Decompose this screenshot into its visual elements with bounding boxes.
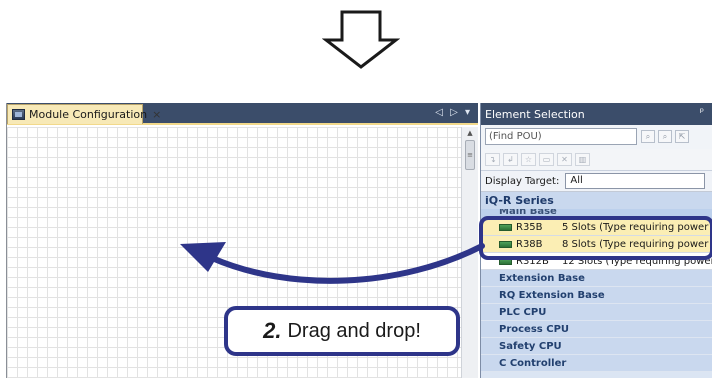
module-name: R35B [516,221,543,233]
module-row-r312b[interactable]: R312B 12 Slots (Type requiring power [481,253,712,270]
category-process-cpu[interactable]: Process CPU [481,321,712,338]
pin-icon[interactable]: ᵖ [700,107,704,118]
module-description: 12 Slots (Type requiring power [562,255,712,267]
module-row-r35b[interactable]: R35B 5 Slots (Type requiring power s [481,219,712,236]
tab-module-configuration[interactable]: Module Configuration × [7,104,161,124]
base-module-icon [499,223,512,231]
close-icon[interactable]: × [152,108,161,121]
export-icon[interactable]: ⇱ [675,130,689,143]
module-row-r38b[interactable]: R38B 8 Slots (Type requiring power s [481,236,712,253]
category-main-base[interactable]: Main Base [481,209,712,219]
scrollbar-thumb[interactable]: ≡ [465,140,475,170]
tab-list-controls[interactable]: ◁ ▷ ▾ [435,107,472,118]
find-next-icon[interactable]: ⌕ [658,130,672,143]
binoculars-icon[interactable]: ⌕ [641,130,655,143]
callout-text: Drag and drop! [287,319,421,342]
element-selection-title-bar: Element Selection ᵖ [481,103,712,125]
callout-step-number: 2. [263,318,282,343]
sort-icon[interactable]: ▥ [575,153,590,166]
element-toolbar: ↴ ↲ ☆ ▭ ✕ ▥ [481,149,712,171]
element-selection-pane: Element Selection ᵖ ⌕ ⌕ ⇱ ↴ ↲ ☆ ▭ ✕ ▥ Di… [480,103,712,378]
base-module-icon [499,257,512,265]
delete-icon[interactable]: ✕ [557,153,572,166]
collapse-icon[interactable]: ↲ [503,153,518,166]
drag-drop-callout: 2. Drag and drop! [224,306,460,356]
series-header[interactable]: iQ-R Series [481,192,712,209]
category-extension-base[interactable]: Extension Base [481,270,712,287]
favorite-icon[interactable]: ☆ [521,153,536,166]
down-arrow-icon [322,10,400,69]
display-target-row: Display Target: All [481,171,712,192]
folder-icon[interactable]: ▭ [539,153,554,166]
category-safety-cpu[interactable]: Safety CPU [481,338,712,355]
category-c-controller[interactable]: C Controller [481,355,712,372]
document-tab-strip: Module Configuration × ◁ ▷ ▾ [7,103,478,125]
find-buttons: ⌕ ⌕ ⇱ [641,130,689,143]
tab-label: Module Configuration [29,108,148,121]
display-target-dropdown[interactable]: All [565,173,706,189]
module-name: R38B [516,238,543,250]
category-plc-cpu[interactable]: PLC CPU [481,304,712,321]
find-row: ⌕ ⌕ ⇱ [481,125,712,149]
base-module-icon [499,240,512,248]
module-name: R312B [516,255,549,267]
module-description: 5 Slots (Type requiring power s [562,221,712,233]
category-rq-extension-base[interactable]: RQ Extension Base [481,287,712,304]
scroll-up-arrow-icon[interactable]: ▲ [462,129,478,137]
vertical-scrollbar[interactable]: ▲ ≡ [461,127,478,378]
module-configuration-icon [12,109,25,120]
expand-icon[interactable]: ↴ [485,153,500,166]
find-pou-input[interactable] [485,128,637,145]
pane-title: Element Selection [485,107,585,121]
display-target-label: Display Target: [485,175,560,187]
module-description: 8 Slots (Type requiring power s [562,238,712,250]
